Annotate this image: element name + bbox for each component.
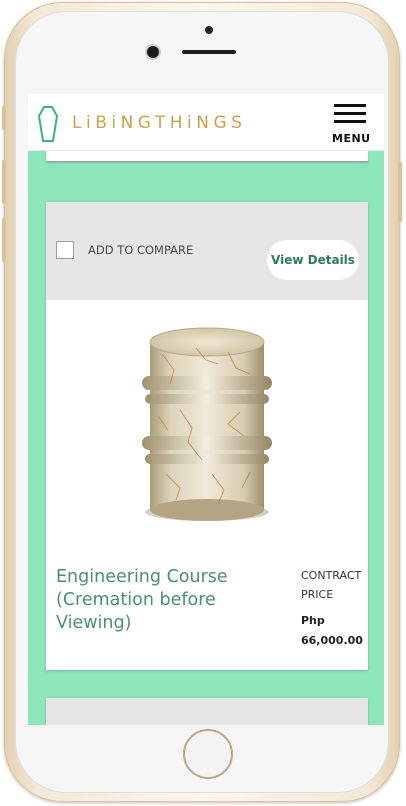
coffin-logo-icon[interactable] [38,106,58,142]
power-button [398,162,402,222]
product-name[interactable]: Engineering Course (Cremation before Vie… [56,566,286,635]
volume-down-button [2,218,6,262]
add-to-compare-label[interactable]: ADD TO COMPARE [88,243,193,257]
next-product-card [46,698,368,725]
mute-switch [2,106,6,130]
marble-urn-image[interactable] [132,324,282,524]
previous-card-divider [46,161,368,162]
price-currency: Php [301,614,325,627]
product-name-line2: (Cremation before Viewing) [56,590,216,633]
front-camera [147,46,159,58]
price-value: 66,000.00 [301,634,363,647]
next-card-actions [46,698,368,725]
hamburger-icon-bar-middle [334,112,366,115]
screen: ADD TO COMPARE View Details Engineering … [28,94,384,725]
hamburger-icon-bar-top [334,104,366,107]
price-label-line2: PRICE [301,588,334,601]
product-card: ADD TO COMPARE View Details Engineering … [46,202,368,670]
volume-up-button [2,160,6,204]
site-header: LiBiNGTHiNGS MENU [28,94,384,151]
brand-logo-text[interactable]: LiBiNGTHiNGS [72,113,246,133]
proximity-sensor [205,26,213,34]
home-button[interactable] [183,729,233,779]
menu-button[interactable]: MENU [332,102,371,145]
view-details-button[interactable]: View Details [267,240,359,280]
product-card-actions: ADD TO COMPARE View Details [46,202,368,300]
price-label-line1: CONTRACT [301,569,362,582]
earpiece-speaker [182,50,236,54]
add-to-compare-checkbox[interactable] [56,241,74,259]
hamburger-icon-bar-bottom [334,120,366,123]
product-name-line1: Engineering Course [56,567,228,587]
contract-price-label: CONTRACT PRICE [301,566,367,604]
menu-label: MENU [332,132,371,145]
previous-product-card [46,150,368,162]
